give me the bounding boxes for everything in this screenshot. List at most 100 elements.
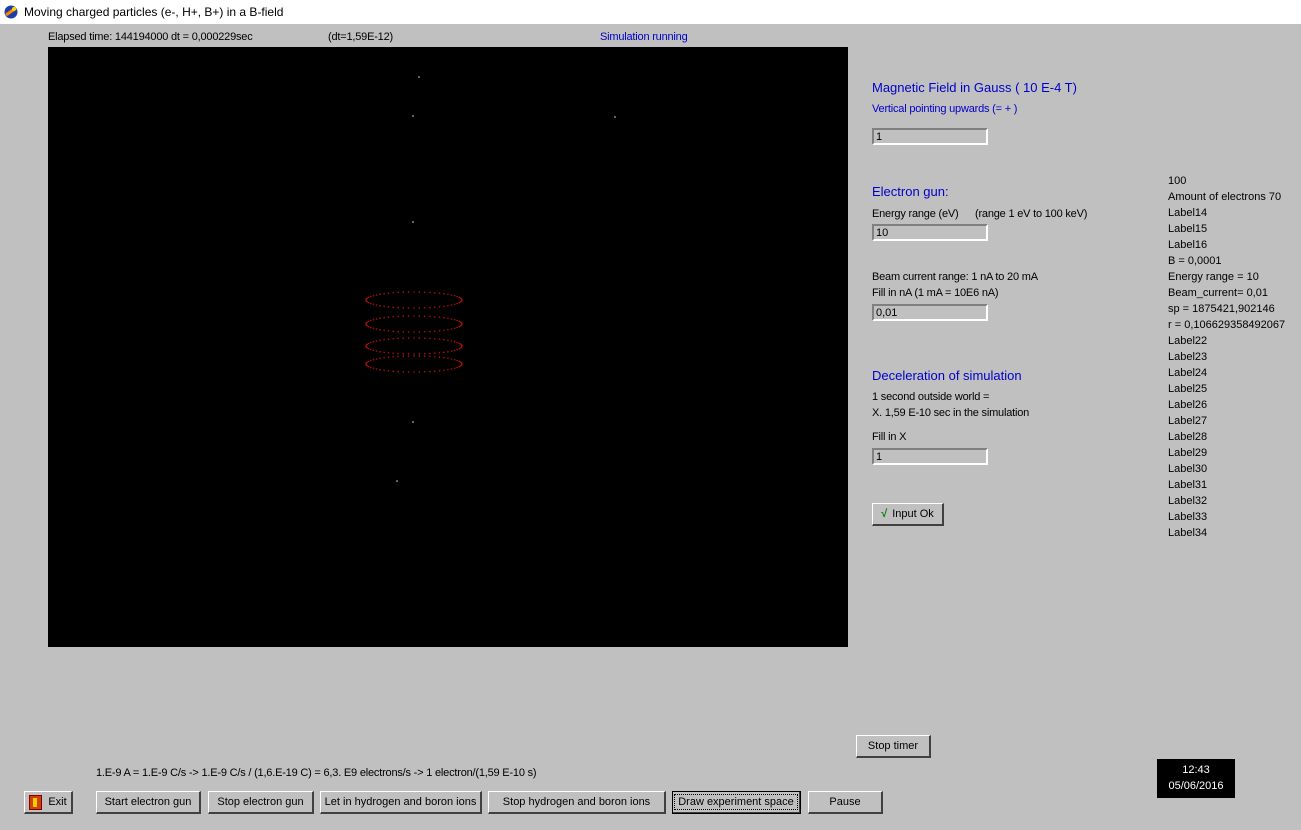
electron-dot [423,371,426,373]
ion-dot [412,115,414,117]
electron-dot [370,348,372,351]
electron-dot [367,342,370,345]
electron-dot [460,322,463,324]
electron-dot [429,352,431,355]
electron-dot [450,328,453,330]
stop-ions-button[interactable]: Stop hydrogen and boron ions [488,791,666,814]
electron-dot [460,347,462,349]
electron-dot [392,356,395,358]
electron-dot [402,307,405,309]
check-icon: √ [881,508,888,520]
start-electron-gun-button[interactable]: Start electron gun [96,791,201,814]
electron-dot [458,342,461,345]
energy-range-label: Energy range (eV) [872,208,959,220]
electron-dot [397,352,399,355]
electron-dot [370,359,372,362]
electron-dot [392,370,395,373]
stop-timer-button[interactable]: Stop timer [856,735,931,758]
beam-current-input[interactable] [872,304,988,321]
electron-dot [367,325,370,328]
particle-view [365,76,616,482]
draw-experiment-space-button[interactable]: Draw experiment space [672,791,801,814]
electron-dot [372,349,375,352]
electron-dot [443,316,445,319]
electron-dot [379,357,381,360]
electron-dot [443,369,445,372]
electron-dot [397,330,399,333]
electron-dot [423,315,426,318]
debug-label: Label27 [1168,415,1208,427]
electron-dot [447,339,449,342]
electron-dot [375,318,378,320]
electron-dot [453,327,456,330]
energy-range-input[interactable] [872,224,988,241]
electron-dot [456,341,459,344]
deceleration-input[interactable] [872,448,988,465]
debug-label: Label32 [1168,495,1208,507]
elapsed-time: Elapsed time: 144194000 dt = 0,000229sec [48,31,253,43]
electron-dot [372,318,375,321]
electron-dot [434,330,436,333]
electron-dot [370,302,372,305]
electron-dot [370,366,372,369]
electron-dot [447,317,449,320]
electron-dot [375,358,378,360]
electron-dot [456,326,459,329]
clock-time: 12:43 [1182,764,1210,776]
electron-dot [456,302,459,305]
electron-dot [387,292,390,294]
electron-dot [447,304,449,307]
electron-dot [392,338,395,340]
magnetic-field-input[interactable] [872,128,988,145]
electron-dot [370,326,372,329]
electron-dot [387,352,390,354]
debug-label: Label23 [1168,351,1208,363]
electron-dot [447,293,449,296]
deceleration-line2: X. 1,59 E-10 sec in the simulation [872,407,1030,419]
electron-dot [434,352,436,355]
electron-dot [407,337,410,339]
electron-dot [458,301,461,304]
simulation-canvas[interactable] [48,47,848,647]
electron-dot [443,305,445,308]
electron-dot [372,358,375,361]
draw-experiment-space-label: Draw experiment space [674,794,798,810]
electron-dot [434,338,436,340]
stop-electron-gun-button[interactable]: Stop electron gun [208,791,314,814]
electron-dot [397,337,399,340]
title-bar: Moving charged particles (e-, H+, B+) in… [0,0,1301,24]
exit-door-icon [29,794,43,810]
electron-dot [458,320,461,323]
electron-dot [387,330,390,332]
electron-dot [460,325,462,327]
electron-dot [453,303,456,306]
electron-dot [367,320,370,323]
electron-dot [418,315,421,317]
exit-button[interactable]: Exit [24,791,73,814]
pause-button[interactable]: Pause [808,791,883,814]
electron-dot [392,306,395,309]
electron-dot [429,330,431,333]
beam-fill-label: Fill in nA (1 mA = 10E6 nA) [872,287,999,299]
debug-label: Amount of electrons 70 [1168,191,1282,203]
electron-dot [402,315,405,318]
input-ok-button[interactable]: √ Input Ok [872,503,944,526]
electron-dot [429,355,431,358]
electron-dot [453,318,456,321]
electron-dot [450,358,453,360]
electron-dot [429,337,431,340]
clock-date: 05/06/2016 [1168,780,1224,792]
electron-dot [379,368,381,371]
electron-dot [383,338,385,341]
electron-dot [379,317,381,320]
electron-dot [418,337,421,339]
electron-dot [429,370,431,373]
electron-dot [367,365,370,368]
electron-dot [392,316,395,318]
electron-dot [387,338,390,341]
electron-dot [438,306,441,308]
electron-dot [383,356,385,359]
let-in-ions-button[interactable]: Let in hydrogen and boron ions [320,791,482,814]
electron-dot [418,353,421,355]
electron-dot [429,315,431,318]
